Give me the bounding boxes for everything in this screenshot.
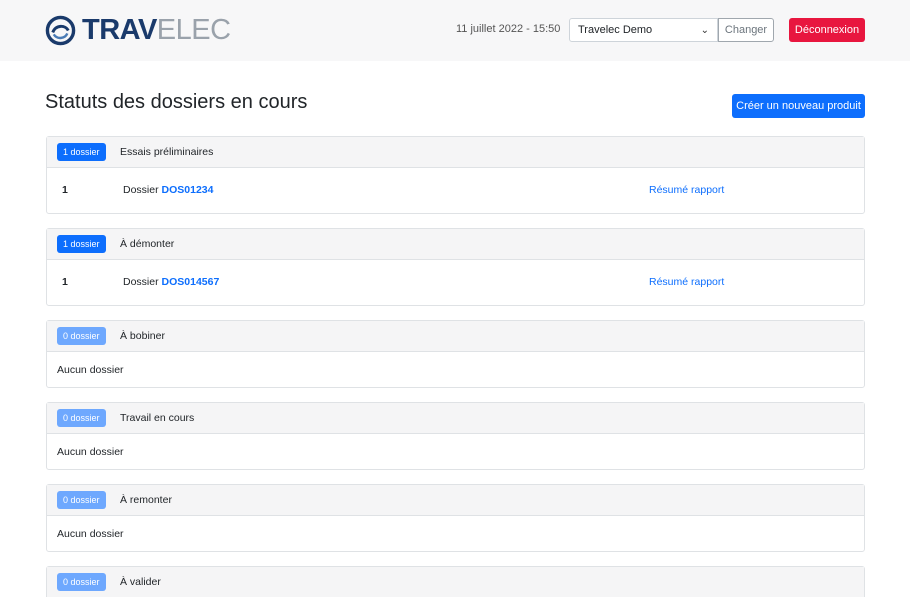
empty-state: Aucun dossier (47, 352, 864, 387)
card-title: À démonter (120, 238, 175, 250)
card-title: À bobiner (120, 330, 165, 342)
dossier-count-badge: 0 dossier (57, 327, 106, 345)
card-title: Essais préliminaires (120, 146, 214, 158)
create-product-button[interactable]: Créer un nouveau produit (732, 94, 865, 118)
travelec-logo[interactable]: TRAVELEC (45, 14, 231, 46)
card-title: À remonter (120, 494, 172, 506)
empty-state: Aucun dossier (47, 516, 864, 551)
row-number: 1 (62, 276, 68, 288)
chevron-down-icon: ⌄ (700, 25, 709, 36)
row-number: 1 (62, 184, 68, 196)
logo-text-part1: TRAV (82, 14, 157, 46)
card-header: 1 dossier À démonter (47, 229, 864, 260)
status-card-travail: 0 dossier Travail en cours Aucun dossier (46, 402, 865, 470)
card-title: À valider (120, 576, 161, 588)
status-card-essais: 1 dossier Essais préliminaires 1 Dossier… (46, 136, 865, 214)
organization-select-value: Travelec Demo (578, 24, 653, 36)
card-title: Travail en cours (120, 412, 195, 424)
card-header: 0 dossier À bobiner (47, 321, 864, 352)
card-header: 0 dossier Travail en cours (47, 403, 864, 434)
logo-text-part2: ELEC (156, 14, 231, 46)
dossier-count-badge: 0 dossier (57, 573, 106, 591)
dossier-count-badge: 0 dossier (57, 409, 106, 427)
status-card-bobiner: 0 dossier À bobiner Aucun dossier (46, 320, 865, 388)
logo-text: TRAVELEC (82, 14, 231, 46)
empty-message: Aucun dossier (57, 364, 124, 376)
card-header: 1 dossier Essais préliminaires (47, 137, 864, 168)
report-summary-link[interactable]: Résumé rapport (649, 276, 724, 288)
card-header: 0 dossier À valider (47, 567, 864, 597)
report-summary-link[interactable]: Résumé rapport (649, 184, 724, 196)
dossier-row: 1 Dossier DOS01234 Résumé rapport (47, 168, 864, 213)
dossier-label: Dossier DOS01234 (123, 184, 213, 196)
change-organization-button[interactable]: Changer (718, 18, 774, 42)
dossier-prefix: Dossier (123, 184, 159, 196)
status-card-remonter: 0 dossier À remonter Aucun dossier (46, 484, 865, 552)
dossier-row: 1 Dossier DOS014567 Résumé rapport (47, 260, 864, 305)
page-title: Statuts des dossiers en cours (45, 91, 308, 113)
status-card-demonter: 1 dossier À démonter 1 Dossier DOS014567… (46, 228, 865, 306)
empty-message: Aucun dossier (57, 446, 124, 458)
empty-message: Aucun dossier (57, 528, 124, 540)
dossier-label: Dossier DOS014567 (123, 276, 219, 288)
dossier-count-badge: 1 dossier (57, 235, 106, 253)
travelec-logo-icon (45, 15, 76, 45)
dossier-count-badge: 1 dossier (57, 143, 106, 161)
card-header: 0 dossier À remonter (47, 485, 864, 516)
dossier-link[interactable]: DOS014567 (162, 276, 220, 288)
dossier-prefix: Dossier (123, 276, 159, 288)
organization-select[interactable]: Travelec Demo ⌄ (569, 18, 718, 42)
top-navbar: TRAVELEC 11 juillet 2022 - 15:50 Travele… (0, 0, 910, 61)
current-datetime: 11 juillet 2022 - 15:50 (456, 23, 561, 35)
empty-state: Aucun dossier (47, 434, 864, 469)
status-card-valider: 0 dossier À valider (46, 566, 865, 597)
logout-button[interactable]: Déconnexion (789, 18, 865, 42)
dossier-link[interactable]: DOS01234 (162, 184, 214, 196)
dossier-count-badge: 0 dossier (57, 491, 106, 509)
